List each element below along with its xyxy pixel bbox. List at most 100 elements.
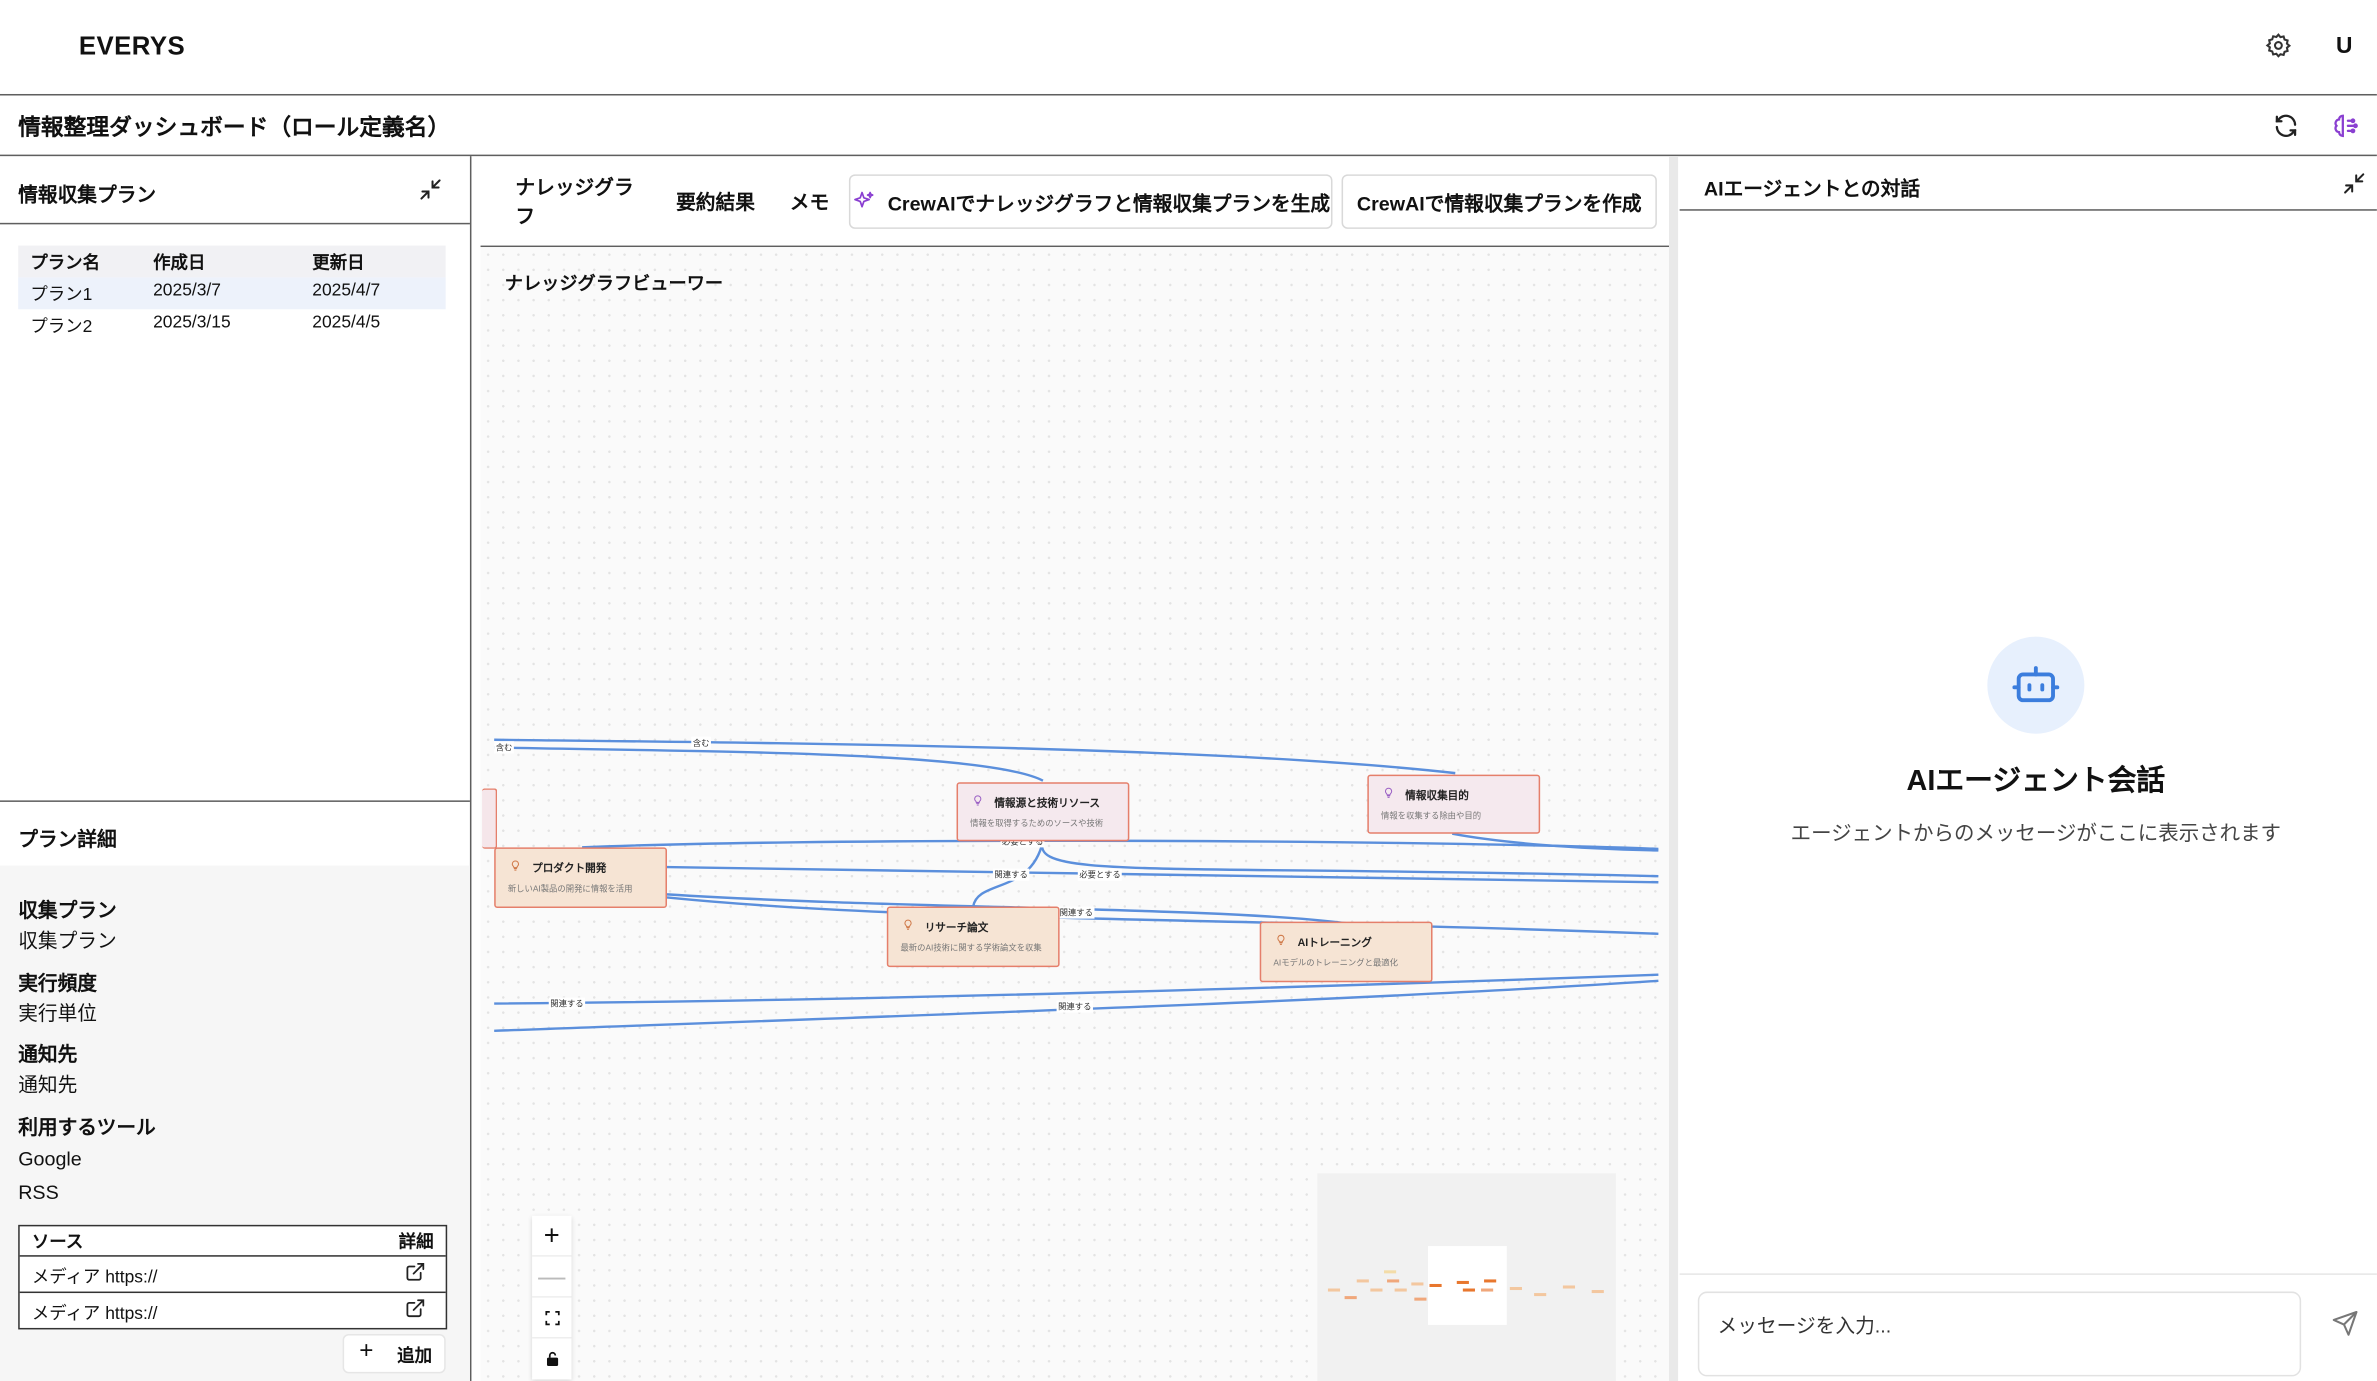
graph-node[interactable]: プロダクト開発 新しいAI製品の開発に情報を活用 [494,847,667,909]
graph-node[interactable]: 情報源と技術リソース 情報を取得するためのソースや技術 [956,782,1130,842]
minimap-node [1534,1293,1547,1297]
refresh-icon[interactable] [2272,112,2299,139]
edge-label: 関連する [1056,1000,1093,1013]
edge-label: 関連する [1058,906,1095,919]
generate-graph-and-plan-button[interactable]: CrewAIでナレッジグラフと情報収集プランを生成 [848,174,1333,229]
source-row: メディア https:// [19,1291,446,1328]
create-plan-button[interactable]: CrewAIで情報収集プランを作成 [1341,174,1657,229]
minimap-node [1327,1288,1341,1292]
col-source: ソース [31,1233,84,1253]
sources-header-row: ソース 詳細 [20,1226,446,1255]
sources-table: ソース 詳細 メディア https:// メディア https:// [18,1224,448,1330]
add-label: 追加 [397,1347,433,1366]
plan-detail-title: プラン詳細 [18,827,117,851]
edge-label: 必要とする [1077,868,1123,881]
bot-avatar [1987,636,2085,734]
page-title: 情報整理ダッシュボード（ロール定義名） [18,115,451,141]
lightbulb-icon [904,919,912,930]
node-description: 情報を取得するためのソースや技術 [970,820,1104,830]
chat-empty-title: AIエージェント会話 [1906,765,2166,798]
send-icon[interactable] [2331,1310,2358,1337]
chat-empty-subtitle: エージェントからのメッセージがここに表示されます [1790,821,2282,845]
node-title: AIトレーニング [1297,938,1372,949]
settings-gear-icon[interactable] [2265,32,2292,59]
ai-agent-toggle-icon[interactable] [2331,111,2361,141]
collapse-icon[interactable] [2342,171,2366,195]
chat-title: AIエージェントとの対話 [1703,177,1921,201]
tab-summary[interactable]: 要約結果 [667,174,764,226]
table-row[interactable]: プラン1 2025/3/7 2025/4/7 [18,277,446,310]
created-date: 2025/3/7 [153,281,221,301]
collapse-icon[interactable] [418,177,442,201]
graph-controls: + — [532,1215,572,1380]
plan-name: プラン2 [30,318,93,337]
tab-knowledge-graph[interactable]: ナレッジグラフ [515,174,651,228]
robot-icon [2012,666,2060,703]
minimap-node [1344,1296,1357,1300]
table-header-row: プラン名 作成日 更新日 [18,245,446,278]
zoom-out-icon[interactable]: — [532,1257,572,1298]
notify-value: 通知先 [18,1073,78,1096]
plan-name: プラン1 [30,286,93,305]
col-plan-name[interactable]: プラン名 [30,250,100,274]
external-link-icon[interactable] [405,1261,426,1282]
node-title: 情報源と技術リソース [994,798,1101,810]
minimap-node [1411,1282,1424,1286]
app-logo[interactable]: EVERYS [79,32,185,62]
plus-icon: + [359,1338,374,1365]
table-row[interactable]: プラン2 2025/3/15 2025/4/5 [18,309,445,341]
lock-icon[interactable] [532,1339,571,1378]
minimap-node [1484,1279,1497,1283]
graph-edge [582,839,1659,851]
node-description: AIモデルのトレーニングと最適化 [1273,959,1398,969]
lightbulb-icon [511,860,519,871]
lightbulb-icon [1277,934,1285,945]
edge-label: 関連する [548,997,586,1010]
minimap-node [1394,1288,1407,1292]
node-title: リサーチ論文 [924,923,989,934]
node-description: 新しいAI製品の開発に情報を活用 [507,885,633,895]
notify-label: 通知先 [18,1042,78,1066]
add-source-button[interactable]: + 追加 [342,1333,446,1374]
panel-resizer[interactable] [1669,156,1679,1381]
user-avatar[interactable]: U [2336,33,2352,59]
source-url: メディア https:// [31,1305,158,1324]
tool-item: Google [18,1147,82,1171]
col-detail: 詳細 [398,1233,434,1253]
edge-label: 含む [691,736,711,749]
node-description: 最新のAI技術に関する学術論文を収集 [900,944,1042,954]
generate-graph-and-plan-label: CrewAIでナレッジグラフと情報収集プランを生成 [887,191,1331,215]
graph-minimap[interactable] [1317,1173,1616,1381]
collect-value: 収集プラン [18,929,117,952]
external-link-icon[interactable] [405,1298,426,1319]
minimap-node [1384,1270,1397,1274]
col-created[interactable]: 作成日 [153,250,205,274]
source-row: メディア https:// [19,1255,446,1291]
edge-label: 含む [494,741,514,754]
minimap-node [1562,1285,1576,1289]
fit-view-icon[interactable] [532,1298,572,1339]
zoom-in-icon[interactable]: + [532,1216,572,1257]
minimap-node [1509,1286,1522,1291]
graph-node[interactable]: AIトレーニング AIモデルのトレーニングと最適化 [1259,921,1433,983]
source-url: メディア https:// [31,1268,158,1287]
plan-list-title: 情報収集プラン [18,183,157,207]
col-updated[interactable]: 更新日 [312,250,364,274]
graph-node-partial[interactable] [482,788,498,849]
minimap-node [1481,1288,1494,1292]
lightbulb-icon [1385,787,1393,798]
minimap-node [1429,1283,1442,1287]
graph-node[interactable]: リサーチ論文 最新のAI技術に関する学術論文を収集 [886,906,1060,968]
frequency-label: 実行頻度 [18,971,98,995]
minimap-node [1591,1290,1604,1294]
message-input[interactable]: メッセージを入力... [1697,1291,2302,1377]
graph-node[interactable]: 情報収集目的 情報を収集する除由や目的 [1367,774,1541,834]
created-date: 2025/3/15 [153,313,231,332]
lightbulb-icon [974,795,982,806]
tab-memo[interactable]: メモ [782,174,837,226]
frequency-value: 実行単位 [18,1002,98,1025]
graph-edge [494,973,1659,1005]
minimap-node [1370,1288,1383,1292]
updated-date: 2025/4/5 [312,313,381,332]
tool-item: RSS [18,1180,59,1204]
